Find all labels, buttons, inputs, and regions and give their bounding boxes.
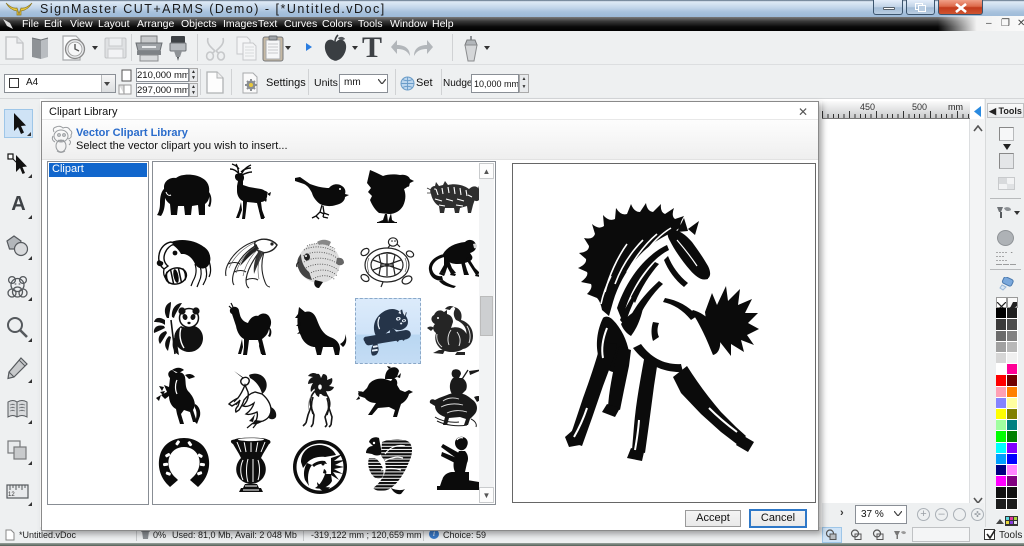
svg-text:12: 12 (8, 492, 15, 498)
